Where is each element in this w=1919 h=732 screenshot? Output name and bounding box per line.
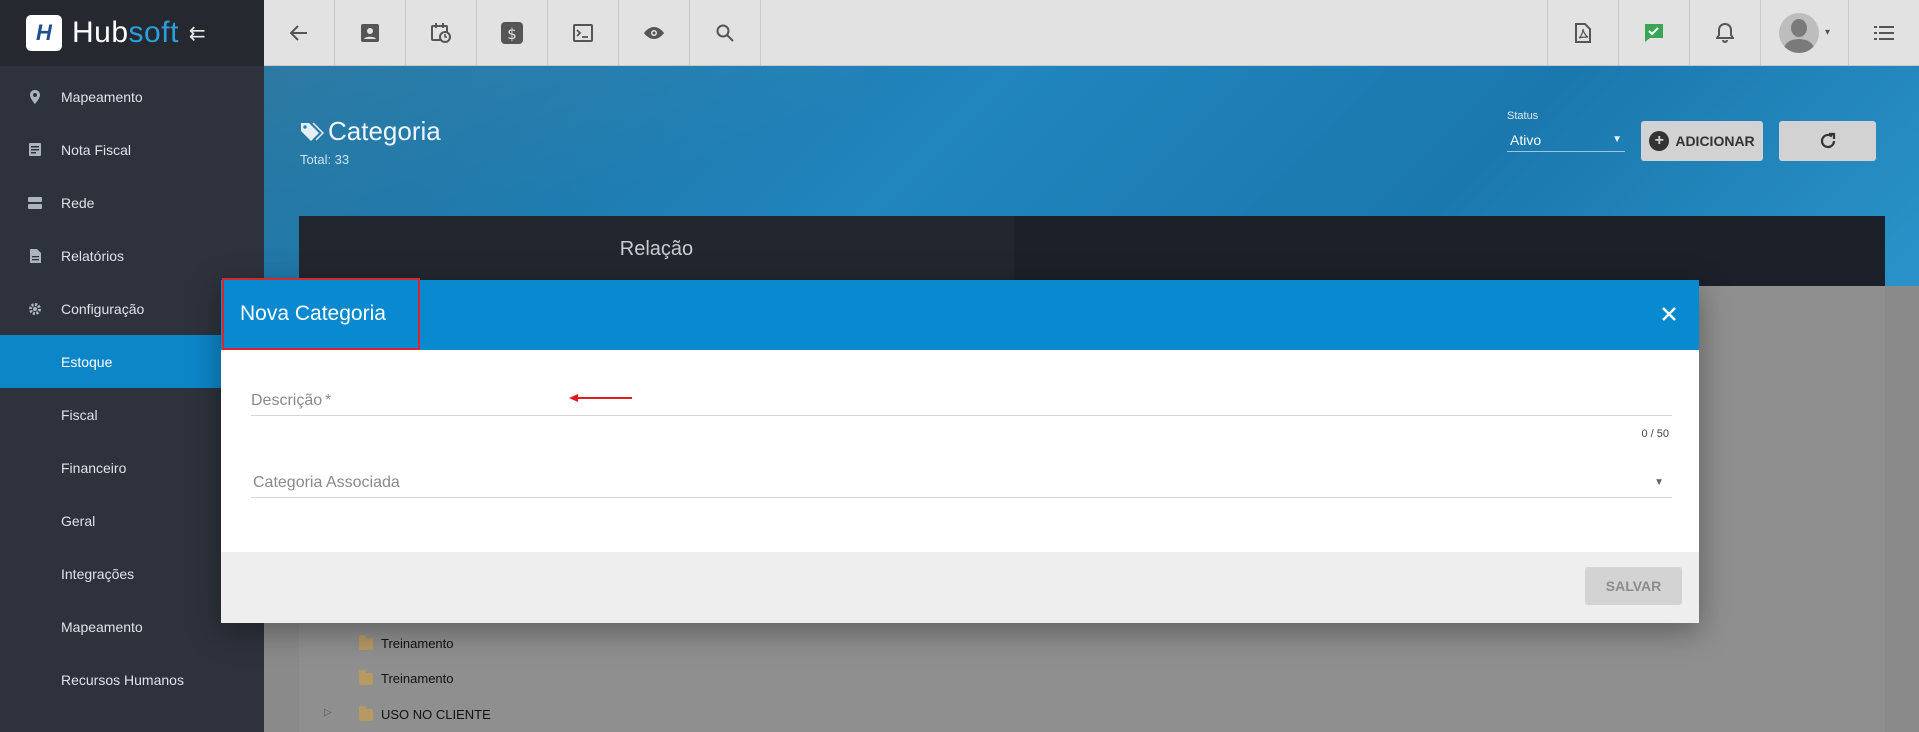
toolbar-right: ▾ [1547,0,1919,65]
tag-icon [301,121,324,141]
sidebar-item-rede[interactable]: Rede [0,176,264,229]
sidebar-item-label: Mapeamento [61,88,143,105]
collapse-menu-icon[interactable]: ⇇ [189,21,206,46]
chevron-down-icon: ▾ [1824,27,1831,38]
sidebar-item-label: Geral [61,512,96,529]
page-title-text: Categoria [328,116,441,146]
pdf-button[interactable] [1547,0,1618,65]
description-label: Descrição [251,391,323,409]
gear-icon [28,302,42,316]
list-icon [1874,25,1894,40]
add-button-label: ADICIONAR [1675,133,1755,149]
back-button[interactable] [264,0,335,65]
notifications-button[interactable] [1689,0,1760,65]
associated-category-label: Categoria Associada [253,473,400,491]
receipt-icon [28,143,42,157]
brand-name-part1: Hub [72,16,129,49]
dialog-body: Descrição * 0 / 50 Categoria Associada ▼ [221,350,1699,552]
eye-icon [644,26,664,39]
contact-card-icon [361,23,379,42]
sidebar-item-relatorios[interactable]: Relatórios [0,229,264,282]
tree-item-label: Treinamento [381,671,454,686]
annotation-arrow-icon [569,394,632,402]
brand-name: Hubsoft [72,16,179,50]
terminal-icon [573,23,593,42]
status-value: Ativo [1510,131,1542,148]
messages-button[interactable] [1618,0,1689,65]
brand-logo[interactable]: H [26,15,62,51]
tree-item-label: USO NO CLIENTE [381,707,491,722]
description-field[interactable]: Descrição * [251,386,1672,416]
sidebar-item-mapeamento[interactable]: Mapeamento [0,70,264,123]
dropdown-arrow-icon: ▼ [1612,134,1622,145]
sidebar-item-label: Integrações [61,565,135,582]
search-icon [716,24,734,42]
sidebar-item-label: Mapeamento [61,618,143,635]
map-pin-icon [28,89,42,104]
server-icon [28,196,42,210]
sidebar-item-nota-fiscal[interactable]: Nota Fiscal [0,123,264,176]
character-counter: 0 / 50 [1641,428,1669,440]
financial-button[interactable]: $ [477,0,548,65]
calendar-clock-icon [431,22,451,43]
svg-text:$: $ [507,25,517,43]
menu-list-button[interactable] [1848,0,1919,65]
sidebar-item-recursos-humanos[interactable]: Recursos Humanos [0,653,264,706]
schedule-button[interactable] [406,0,477,65]
expand-arrow-icon[interactable]: ▷ [324,707,332,718]
status-select[interactable]: Ativo ▼ [1507,128,1625,152]
status-filter: Status Ativo ▼ [1507,110,1625,152]
tree-item[interactable]: ▷ USO NO CLIENTE [324,705,491,722]
sidebar-item-label: Financeiro [61,459,127,476]
sidebar-item-label: Rede [61,194,95,211]
brand: H Hubsoft ⇇ [0,0,264,66]
page-title: Categoria [300,116,441,147]
required-mark: * [325,391,332,409]
dialog-footer: SALVAR [221,552,1699,623]
plus-circle-icon: + [1649,131,1670,151]
save-button[interactable]: SALVAR [1585,567,1682,605]
sidebar-item-label: Estoque [61,353,113,370]
add-button[interactable]: + ADICIONAR [1641,121,1763,161]
pdf-icon [1575,22,1591,43]
new-category-dialog: Nova Categoria Descrição * 0 / 50 Catego… [221,278,1699,623]
chat-check-icon [1645,23,1663,42]
dollar-icon: $ [501,21,523,44]
sidebar-item-label: Fiscal [61,406,98,423]
folder-icon [359,634,373,650]
refresh-button[interactable] [1779,121,1876,161]
dropdown-arrow-icon: ▼ [1654,477,1664,488]
folder-icon [359,669,373,685]
associated-category-select[interactable]: Categoria Associada ▼ [251,468,1672,498]
search-button[interactable] [690,0,761,65]
tree-item-label: Treinamento [381,636,454,651]
top-toolbar: $ ▾ [264,0,1919,66]
close-button[interactable] [1657,302,1681,326]
sidebar-item-label: Relatórios [61,247,125,264]
refresh-icon [1820,132,1835,149]
dialog-header: Nova Categoria [221,278,1699,350]
view-button[interactable] [619,0,690,65]
tree-item[interactable]: Treinamento [359,634,454,651]
terminal-button[interactable] [548,0,619,65]
sidebar-item-label: Configuração [61,300,145,317]
brand-name-part2: soft [128,16,179,49]
dialog-title: Nova Categoria [222,278,420,350]
status-label: Status [1507,110,1539,122]
report-icon [28,248,42,263]
folder-icon [359,705,373,721]
total-count: Total: 33 [300,152,350,167]
user-menu-button[interactable]: ▾ [1760,0,1848,65]
bell-icon [1716,22,1734,43]
tree-item[interactable]: Treinamento [359,669,454,686]
back-arrow-icon [290,24,307,41]
sidebar-item-label: Recursos Humanos [61,671,184,688]
sidebar-item-label: Nota Fiscal [61,141,132,158]
avatar [1778,12,1819,53]
contacts-button[interactable] [335,0,406,65]
close-icon [1662,307,1676,321]
